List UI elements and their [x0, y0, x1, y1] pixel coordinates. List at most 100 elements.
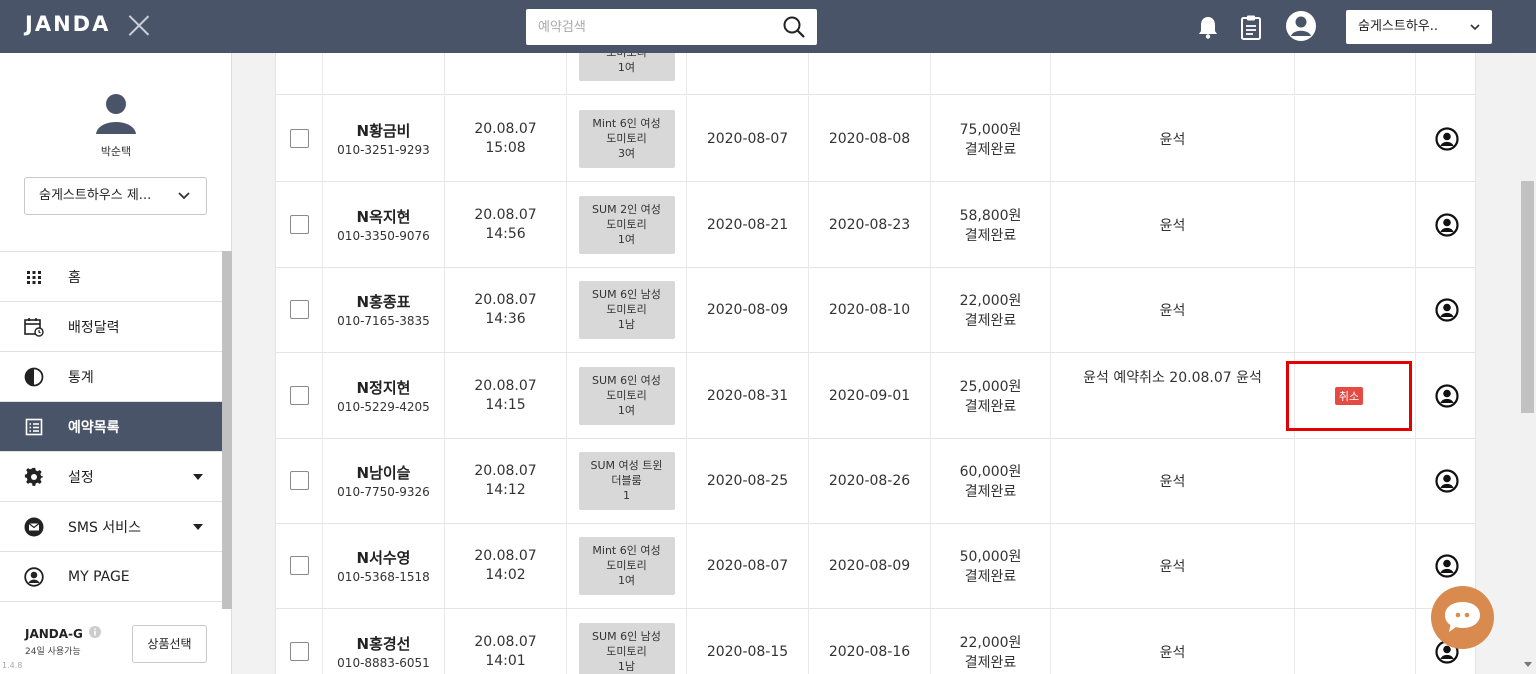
sidebar-item-settings[interactable]: 설정 — [0, 452, 222, 502]
user-circle-icon[interactable] — [1434, 126, 1459, 151]
checkout-date: 2020-08-10 — [828, 301, 911, 318]
close-menu-icon[interactable] — [128, 14, 150, 36]
scrollbar-thumb[interactable] — [1521, 181, 1534, 413]
guest-name[interactable]: N정지현 — [357, 377, 411, 398]
page-scrollbar[interactable] — [1519, 53, 1536, 674]
row-checkbox[interactable] — [289, 471, 309, 490]
payment-amount: 75,000원 — [959, 121, 1022, 138]
mail-icon — [24, 517, 44, 537]
payment-status: 결제완료 — [964, 141, 1017, 158]
user-circle-icon[interactable] — [1434, 212, 1459, 237]
table-row[interactable]: N남이슬 010-7750-9326 20.08.07 14:12 SUM 여성 트윈… — [276, 438, 1475, 524]
chevron-down-icon — [1470, 24, 1480, 31]
sidebar-scrollbar[interactable] — [222, 251, 232, 609]
row-checkbox[interactable] — [289, 556, 309, 575]
guest-name[interactable]: N홍경선 — [357, 633, 411, 654]
select-product-button[interactable]: 상품선택 — [132, 625, 207, 663]
plan-days: 24일 사용가능 — [25, 647, 81, 657]
payment-amount: 60,000원 — [959, 463, 1022, 480]
room-badge: SUM 6인 남성 도미토리 1남 — [578, 280, 675, 339]
sidebar-item-calendar[interactable]: 배정달력 — [0, 302, 222, 352]
grid-icon — [27, 271, 41, 284]
user-circle-icon[interactable] — [1434, 383, 1459, 408]
user-circle-icon[interactable] — [1434, 297, 1459, 322]
guest-phone: 010-7750-9326 — [337, 485, 430, 499]
table-row[interactable]: N홍종표 010-7165-3835 20.08.07 14:36 SUM 6인 남성… — [276, 267, 1475, 353]
checkout-date: 2020-08-08 — [828, 130, 911, 147]
table-row[interactable]: N서수영 010-5368-1518 20.08.07 14:02 Mint 6인 여… — [276, 523, 1475, 609]
payment-status: 결제완료 — [964, 568, 1017, 585]
profile-icon[interactable] — [1285, 10, 1317, 42]
table-row[interactable]: N정지현 010-5229-4205 20.08.07 14:15 SUM 6인 여성… — [276, 353, 1475, 439]
guest-name[interactable]: N서수영 — [357, 547, 411, 568]
table-row[interactable]: N황금비 010-3251-9293 20.08.07 15:08 Mint 6인 여… — [276, 96, 1475, 182]
row-checkbox[interactable] — [289, 215, 309, 234]
payment-status: 결제완료 — [964, 654, 1017, 671]
checkin-date: 2020-08-15 — [706, 643, 789, 660]
user-circle-icon[interactable] — [1434, 468, 1459, 493]
cancel-badge[interactable]: 취소 — [1334, 387, 1364, 405]
reservation-table: 도미토리 1여 N황금비 010-3251-9293 20.08.07 15:08 M… — [275, 53, 1476, 674]
top-header: JANDA 숨게스트하우.. — [0, 0, 1536, 53]
chat-button[interactable] — [1431, 586, 1494, 649]
clipboard-icon[interactable] — [1240, 14, 1262, 40]
row-checkbox[interactable] — [289, 129, 309, 148]
sidebar-item-stats[interactable]: 통계 — [0, 352, 222, 402]
house-select[interactable]: 숨게스트하우스 제... — [24, 177, 207, 215]
sidebar-item-reservations[interactable]: 예약목록 — [0, 402, 222, 452]
booked-time: 20.08.07 14:15 — [474, 377, 537, 413]
guest-phone: 010-5368-1518 — [337, 570, 430, 584]
sidebar-item-label: 예약목록 — [68, 419, 120, 436]
branch-select-label: 숨게스트하우.. — [1358, 19, 1439, 34]
user-circle-icon[interactable] — [1434, 553, 1459, 578]
sidebar-item-label: MY PAGE — [68, 568, 130, 585]
guest-phone: 010-5229-4205 — [337, 400, 430, 414]
guest-name[interactable]: N남이슬 — [357, 462, 411, 483]
booked-time: 20.08.07 15:08 — [474, 120, 537, 156]
search-icon[interactable] — [782, 15, 806, 39]
payment-amount: 25,000원 — [959, 378, 1022, 395]
memo-text: 윤석 — [1159, 302, 1186, 319]
list-icon — [25, 418, 43, 436]
avatar-icon — [96, 94, 136, 134]
sidebar-item-mypage[interactable]: MY PAGE — [0, 552, 222, 602]
payment-status: 결제완료 — [964, 227, 1017, 244]
room-badge: SUM 6인 남성 도미토리 1남 — [578, 622, 675, 674]
version-label: 1.4.8 — [2, 661, 23, 670]
table-row[interactable]: N옥지현 010-3350-9076 20.08.07 14:56 SUM 2인 여성… — [276, 182, 1475, 268]
checkout-date: 2020-08-16 — [828, 643, 911, 660]
app-logo[interactable]: JANDA — [25, 12, 110, 36]
gear-icon — [24, 467, 43, 486]
guest-name[interactable]: N옥지현 — [357, 206, 411, 227]
checkin-date: 2020-08-09 — [706, 301, 789, 318]
payment-status: 결제완료 — [964, 312, 1017, 329]
sidebar-item-label: 통계 — [68, 369, 94, 386]
guest-name[interactable]: N홍종표 — [357, 291, 411, 312]
sidebar-item-label: 설정 — [68, 469, 94, 486]
room-badge: Mint 6인 여성 도미토리 3여 — [578, 109, 675, 168]
row-checkbox[interactable] — [289, 386, 309, 405]
search-box — [526, 9, 817, 45]
search-input[interactable] — [526, 9, 776, 45]
pie-chart-icon — [24, 367, 44, 387]
info-icon[interactable] — [89, 626, 101, 638]
row-checkbox[interactable] — [289, 300, 309, 319]
checkin-date: 2020-08-07 — [706, 130, 789, 147]
branch-select[interactable]: 숨게스트하우.. — [1346, 10, 1492, 44]
checkout-date: 2020-08-26 — [828, 472, 911, 489]
checkout-date: 2020-08-23 — [828, 216, 911, 233]
row-checkbox[interactable] — [289, 642, 309, 661]
bell-icon[interactable] — [1197, 15, 1219, 39]
booked-time: 20.08.07 14:56 — [474, 206, 537, 242]
sidebar-item-home[interactable]: 홈 — [0, 252, 222, 302]
table-row[interactable]: N홍경선 010-8883-6051 20.08.07 14:01 SUM 6인 남성… — [276, 609, 1475, 674]
guest-name[interactable]: N황금비 — [357, 120, 411, 141]
sidebar-item-sms[interactable]: SMS 서비스 — [0, 502, 222, 552]
payment-amount: 58,800원 — [959, 207, 1022, 224]
table-row: 도미토리 1여 — [276, 53, 1475, 95]
checkin-date: 2020-08-07 — [706, 557, 789, 574]
guest-phone: 010-8883-6051 — [337, 656, 430, 670]
checkin-date: 2020-08-21 — [706, 216, 789, 233]
memo-text: 윤석 — [1159, 217, 1186, 234]
scroll-down-arrow[interactable] — [1524, 662, 1532, 667]
